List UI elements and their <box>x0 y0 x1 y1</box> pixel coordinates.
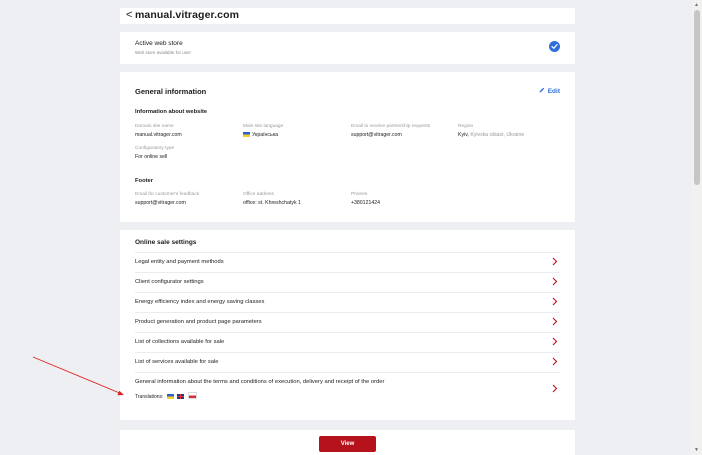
settings-row-client-configurator[interactable]: Client configurator settings <box>135 272 560 293</box>
partnership-email-field: Email to receive partnership requests su… <box>351 124 430 139</box>
settings-row-label: Energy efficiency index and energy savin… <box>135 299 265 305</box>
chevron-right-icon <box>552 357 558 366</box>
general-information-card: General information Edit Information abo… <box>120 72 575 222</box>
language-label: Main site language <box>243 124 284 129</box>
phones-value: +380121424 <box>351 200 380 206</box>
settings-row-terms-conditions[interactable]: General information about the terms and … <box>135 372 560 409</box>
settings-row-label: Legal entity and payment methods <box>135 259 224 265</box>
settings-row-label: Client configurator settings <box>135 279 204 285</box>
scroll-down-arrow-icon[interactable]: ▼ <box>694 447 699 453</box>
region-value: Kyiv, <box>458 132 469 138</box>
configurator-type-value: For online sell <box>135 154 168 160</box>
language-field: Main site language Українська <box>243 124 283 139</box>
page-scrollbar[interactable]: ▲ ▼ <box>692 0 702 455</box>
active-store-title: Active web store <box>135 40 183 47</box>
chevron-right-icon <box>552 297 558 306</box>
region-label: Region <box>458 124 474 129</box>
check-icon <box>551 44 558 49</box>
ukraine-flag-icon <box>243 132 250 137</box>
edit-button[interactable]: Edit <box>539 87 560 95</box>
feedback-email-label: Email for customer's feedback <box>135 192 200 197</box>
pencil-icon <box>539 87 544 93</box>
view-button[interactable]: View <box>319 436 376 452</box>
partnership-email-label: Email to receive partnership requests <box>351 124 431 129</box>
office-address-field: Office address office: st. Khreshchatyk … <box>243 192 301 207</box>
website-info-title: Information about website <box>135 109 208 115</box>
translations-label: Translations: <box>135 394 164 400</box>
uk-flag-icon <box>177 394 185 399</box>
chevron-right-icon <box>552 257 558 266</box>
header-bar: < manual.vitrager.com <box>120 8 575 24</box>
chevron-right-icon <box>552 384 558 393</box>
chevron-right-icon <box>552 277 558 286</box>
domain-value: manual.vitrager.com <box>135 132 182 138</box>
poland-flag-icon <box>187 392 197 399</box>
configurator-type-label: Configuratory type <box>135 146 175 151</box>
action-bar: View <box>120 430 575 455</box>
active-store-toggle[interactable] <box>549 41 560 52</box>
online-sale-settings-card: Online sale settings Legal entity and pa… <box>120 230 575 420</box>
domain-field: Domain site name manual.vitrager.com <box>135 124 182 139</box>
region-oblast: Kyivska oblast, Ukraine <box>470 132 525 138</box>
settings-row-legal-entity[interactable]: Legal entity and payment methods <box>135 252 560 273</box>
chevron-right-icon <box>552 337 558 346</box>
office-address-value: office: st. Khreshchatyk 1 <box>243 200 301 206</box>
page-title: manual.vitrager.com <box>135 9 240 21</box>
scroll-up-arrow-icon[interactable]: ▲ <box>694 2 699 8</box>
feedback-email-field: Email for customer's feedback support@vi… <box>135 192 199 207</box>
online-sale-settings-title: Online sale settings <box>135 239 197 246</box>
translations: Translations: <box>135 392 197 400</box>
general-information-title: General information <box>135 87 207 96</box>
partnership-email-value: support@vitrager.com <box>351 132 402 138</box>
office-address-label: Office address <box>243 192 274 197</box>
region-field: Region Kyiv, Kyivska oblast, Ukraine <box>458 124 524 139</box>
page: < manual.vitrager.com Active web store W… <box>0 0 692 455</box>
language-value: Українська <box>252 132 278 138</box>
active-store-subtitle: Web store available for user <box>135 50 191 55</box>
settings-row-product-generation[interactable]: Product generation and product page para… <box>135 312 560 333</box>
ukraine-flag-icon <box>166 394 174 399</box>
scrollbar-thumb[interactable] <box>694 10 700 185</box>
settings-row-services[interactable]: List of services available for sale <box>135 352 560 373</box>
settings-row-collections[interactable]: List of collections available for sale <box>135 332 560 353</box>
back-button[interactable]: < <box>126 9 132 21</box>
phones-label: Phones <box>351 192 368 197</box>
active-store-card: Active web store Web store available for… <box>120 32 575 64</box>
settings-row-label: General information about the terms and … <box>135 379 385 385</box>
edit-label: Edit <box>547 88 560 95</box>
settings-row-label: Product generation and product page para… <box>135 319 262 325</box>
phones-field: Phones +380121424 <box>351 192 380 207</box>
settings-row-energy-efficiency[interactable]: Energy efficiency index and energy savin… <box>135 292 560 313</box>
settings-row-label: List of services available for sale <box>135 359 219 365</box>
domain-label: Domain site name <box>135 124 174 129</box>
chevron-right-icon <box>552 317 558 326</box>
settings-row-label: List of collections available for sale <box>135 339 225 345</box>
feedback-email-value: support@vitrager.com <box>135 200 186 206</box>
footer-info-title: Footer <box>135 178 154 184</box>
configurator-type-field: Configuratory type For online sell <box>135 146 174 161</box>
